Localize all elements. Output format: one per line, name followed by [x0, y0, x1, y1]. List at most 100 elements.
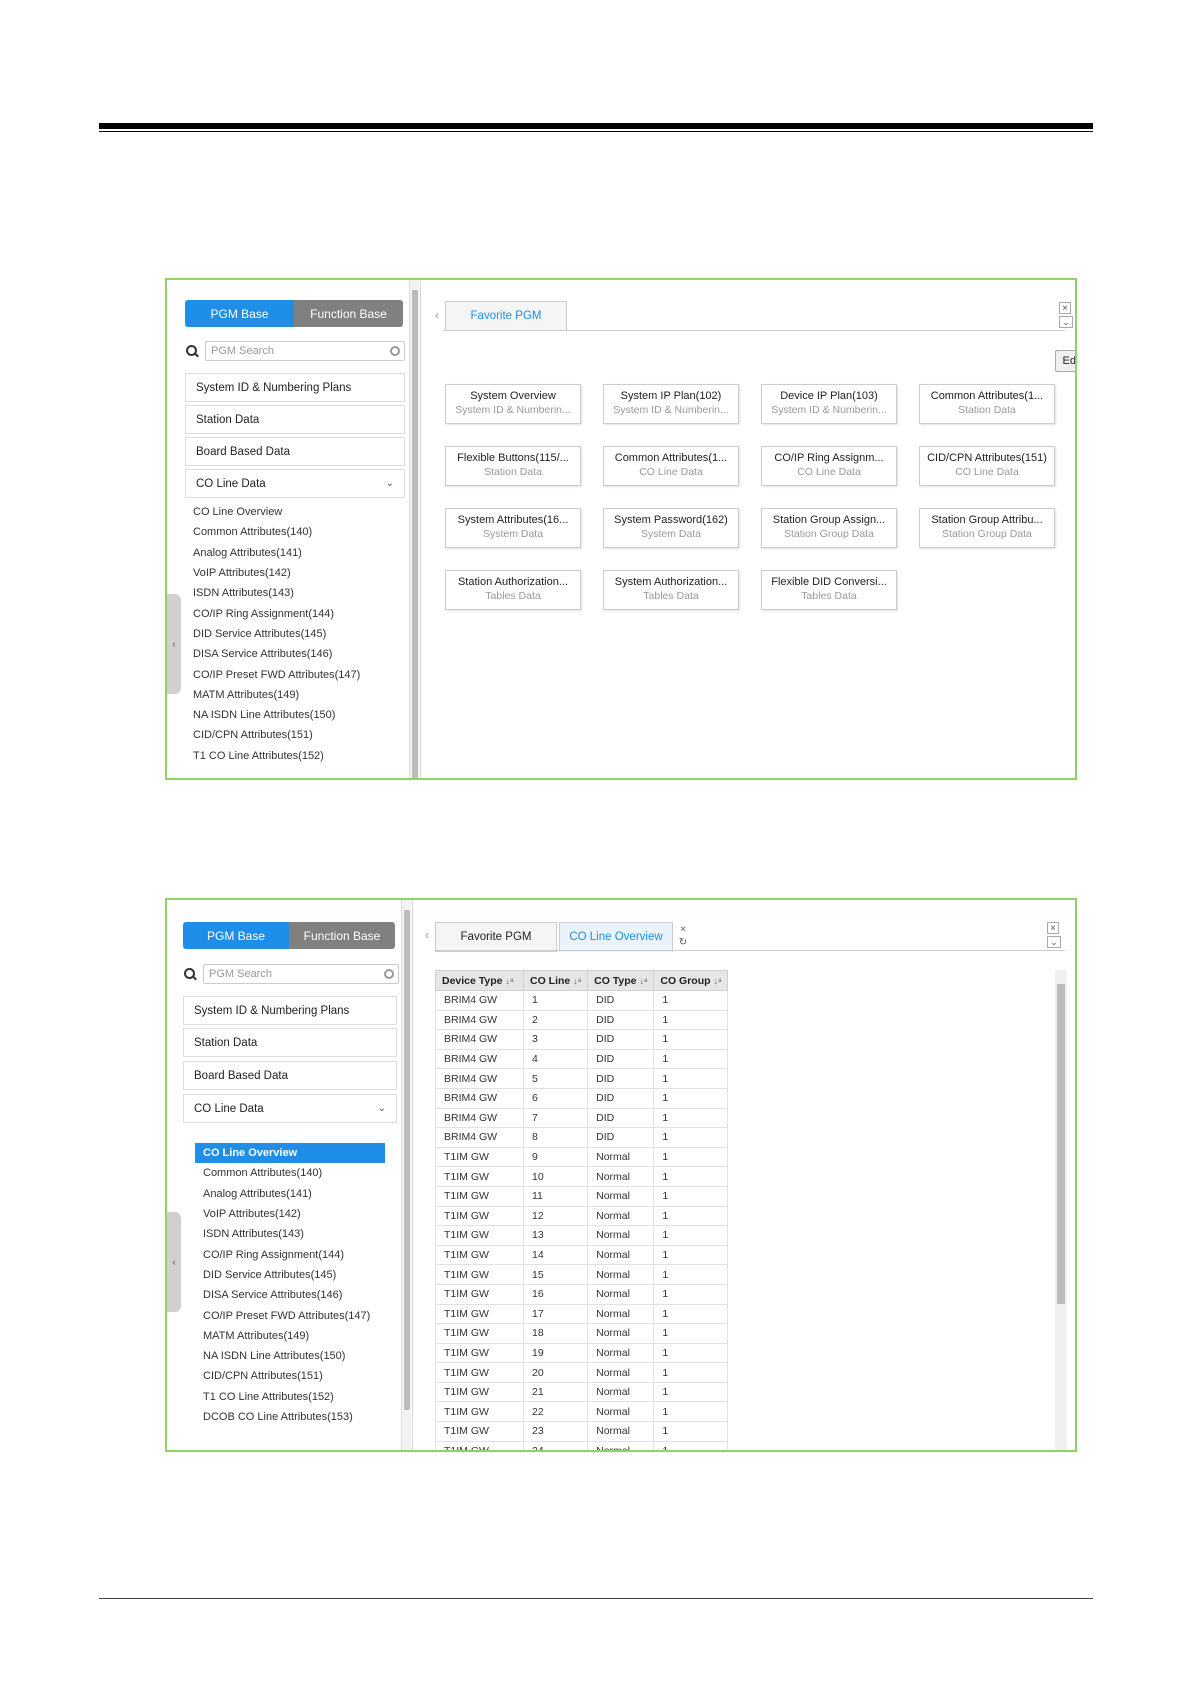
table-row[interactable]: BRIM4 GW 4 DID 1 — [435, 1048, 729, 1070]
table-scroll-thumb[interactable] — [1057, 984, 1065, 1304]
submenu-item[interactable]: DCOB CO Line Attributes(153) — [195, 1407, 385, 1427]
submenu-item[interactable]: DID Service Attributes(145) — [185, 624, 405, 644]
left-scroll-thumb[interactable] — [404, 910, 410, 1410]
table-row[interactable]: T1IM GW 14 Normal 1 — [435, 1244, 729, 1266]
submenu-item[interactable]: CID/CPN Attributes(151) — [185, 725, 405, 745]
pgm-base-tab[interactable]: PGM Base — [185, 300, 294, 327]
table-row[interactable]: BRIM4 GW 3 DID 1 — [435, 1029, 729, 1050]
submenu-item[interactable]: CO/IP Ring Assignment(144) — [195, 1244, 385, 1264]
close-icon[interactable]: × — [1059, 302, 1071, 314]
submenu-item[interactable]: ISDN Attributes(143) — [185, 583, 405, 603]
table-row[interactable]: BRIM4 GW 8 DID 1 — [435, 1127, 729, 1148]
table-row[interactable]: T1IM GW 12 Normal 1 — [435, 1205, 729, 1227]
edit-button[interactable]: Edit — [1055, 350, 1075, 372]
left-scrollbar[interactable] — [401, 900, 411, 1450]
table-scrollbar[interactable] — [1055, 970, 1067, 1450]
submenu-item[interactable]: CID/CPN Attributes(151) — [195, 1366, 385, 1386]
pgm-search-input[interactable]: PGM Search — [203, 964, 399, 984]
submenu-item[interactable]: VoIP Attributes(142) — [195, 1204, 385, 1224]
menu-station-data[interactable]: Station Data — [183, 1028, 397, 1057]
table-row[interactable]: T1IM GW 10 Normal 1 — [435, 1166, 729, 1187]
chevron-left-icon[interactable]: ‹ — [435, 308, 439, 322]
pgm-card[interactable]: System Authorization... Tables Data — [603, 570, 739, 610]
submenu-item[interactable]: NA ISDN Line Attributes(150) — [195, 1346, 385, 1366]
table-row[interactable]: T1IM GW 19 Normal 1 — [435, 1342, 729, 1364]
submenu-item[interactable]: DID Service Attributes(145) — [195, 1265, 385, 1285]
table-row[interactable]: BRIM4 GW 6 DID 1 — [435, 1087, 729, 1109]
menu-co-line-data[interactable]: CO Line Data ⌄ — [185, 469, 405, 498]
submenu-item[interactable]: CO/IP Ring Assignment(144) — [185, 603, 405, 623]
col-co-line[interactable]: CO Line ↓ᵃ — [522, 970, 589, 991]
table-row[interactable]: BRIM4 GW 2 DID 1 — [435, 1009, 729, 1031]
clear-icon[interactable] — [384, 969, 394, 979]
pgm-card[interactable]: Flexible DID Conversi... Tables Data — [761, 570, 897, 610]
submenu-item[interactable]: CO/IP Preset FWD Attributes(147) — [185, 664, 405, 684]
pgm-base-tab[interactable]: PGM Base — [183, 922, 289, 949]
submenu-item[interactable]: ISDN Attributes(143) — [195, 1224, 385, 1244]
col-co-group[interactable]: CO Group ↓ᵃ — [653, 970, 729, 991]
co-line-overview-tab[interactable]: CO Line Overview — [559, 922, 673, 952]
pgm-card[interactable]: Flexible Buttons(115/... Station Data — [445, 446, 581, 486]
submenu-item[interactable]: VoIP Attributes(142) — [185, 563, 405, 583]
table-row[interactable]: BRIM4 GW 7 DID 1 — [435, 1107, 729, 1129]
function-base-tab[interactable]: Function Base — [289, 922, 395, 949]
table-row[interactable]: BRIM4 GW 5 DID 1 — [435, 1068, 729, 1089]
submenu-item[interactable]: DISA Service Attributes(146) — [185, 644, 405, 664]
pgm-card[interactable]: Device IP Plan(103) System ID & Numberin.… — [761, 384, 897, 424]
table-row[interactable]: T1IM GW 22 Normal 1 — [435, 1401, 729, 1423]
pgm-search-input[interactable]: PGM Search — [205, 341, 405, 361]
table-row[interactable]: T1IM GW 15 Normal 1 — [435, 1264, 729, 1285]
table-row[interactable]: T1IM GW 20 Normal 1 — [435, 1362, 729, 1383]
menu-board-based-data[interactable]: Board Based Data — [183, 1061, 397, 1090]
favorite-pgm-tab[interactable]: Favorite PGM — [445, 301, 567, 331]
submenu-item[interactable]: Analog Attributes(141) — [185, 543, 405, 563]
close-icon[interactable]: × — [677, 924, 689, 936]
submenu-item[interactable]: CO Line Overview — [185, 502, 405, 522]
pgm-card[interactable]: System Overview System ID & Numberin... — [445, 384, 581, 424]
pgm-card[interactable]: Station Group Assign... Station Group Dat… — [761, 508, 897, 548]
chevron-down-icon[interactable]: ⌄ — [1047, 936, 1061, 948]
pgm-card[interactable]: Common Attributes(1... CO Line Data — [603, 446, 739, 486]
pgm-card[interactable]: Common Attributes(1... Station Data — [919, 384, 1055, 424]
pgm-card[interactable]: CID/CPN Attributes(151) CO Line Data — [919, 446, 1055, 486]
table-row[interactable]: T1IM GW 16 Normal 1 — [435, 1283, 729, 1305]
col-device-type[interactable]: Device Type ↓ᵃ — [435, 970, 524, 991]
close-icon[interactable]: × — [1047, 922, 1059, 934]
table-row[interactable]: T1IM GW 21 Normal 1 — [435, 1381, 729, 1403]
submenu-item[interactable]: MATM Attributes(149) — [185, 685, 405, 705]
pgm-card[interactable]: Station Group Attribu... Station Group Da… — [919, 508, 1055, 548]
pgm-card[interactable]: Station Authorization... Tables Data — [445, 570, 581, 610]
collapse-handle[interactable]: ‹ — [167, 1212, 181, 1312]
left-scroll-thumb[interactable] — [412, 290, 418, 778]
submenu-item[interactable]: DISA Service Attributes(146) — [195, 1285, 385, 1305]
submenu-item[interactable]: Analog Attributes(141) — [195, 1184, 385, 1204]
favorite-pgm-tab[interactable]: Favorite PGM — [435, 922, 557, 952]
menu-system-id[interactable]: System ID & Numbering Plans — [183, 996, 397, 1025]
pgm-card[interactable]: System IP Plan(102) System ID & Numberin.… — [603, 384, 739, 424]
pgm-card[interactable]: System Attributes(16... System Data — [445, 508, 581, 548]
submenu-item[interactable]: Common Attributes(140) — [195, 1163, 385, 1183]
chevron-down-icon[interactable]: ⌄ — [1059, 316, 1073, 328]
refresh-icon[interactable]: ↻ — [677, 937, 689, 949]
left-scrollbar[interactable] — [409, 280, 419, 778]
menu-co-line-data[interactable]: CO Line Data ⌄ — [183, 1094, 397, 1123]
submenu-item-selected[interactable]: CO Line Overview — [195, 1143, 385, 1164]
table-row[interactable]: T1IM GW 17 Normal 1 — [435, 1303, 729, 1325]
submenu-item[interactable]: CO/IP Preset FWD Attributes(147) — [195, 1305, 385, 1325]
submenu-item[interactable]: T1 CO Line Attributes(152) — [185, 746, 405, 766]
menu-station-data[interactable]: Station Data — [185, 405, 405, 434]
table-row[interactable]: BRIM4 GW 1 DID 1 — [435, 990, 729, 1011]
table-row[interactable]: T1IM GW 18 Normal 1 — [435, 1323, 729, 1344]
table-row[interactable]: T1IM GW 24 Normal 1 — [435, 1440, 729, 1450]
table-row[interactable]: T1IM GW 23 Normal 1 — [435, 1421, 729, 1442]
menu-system-id[interactable]: System ID & Numbering Plans — [185, 373, 405, 402]
submenu-item[interactable]: NA ISDN Line Attributes(150) — [185, 705, 405, 725]
submenu-item[interactable]: MATM Attributes(149) — [195, 1326, 385, 1346]
menu-board-based-data[interactable]: Board Based Data — [185, 437, 405, 466]
chevron-left-icon[interactable]: ‹ — [425, 928, 429, 942]
table-row[interactable]: T1IM GW 13 Normal 1 — [435, 1225, 729, 1246]
function-base-tab[interactable]: Function Base — [294, 300, 403, 327]
col-co-type[interactable]: CO Type ↓ᵃ — [587, 970, 655, 991]
pgm-card[interactable]: System Password(162) System Data — [603, 508, 739, 548]
clear-icon[interactable] — [390, 346, 400, 356]
